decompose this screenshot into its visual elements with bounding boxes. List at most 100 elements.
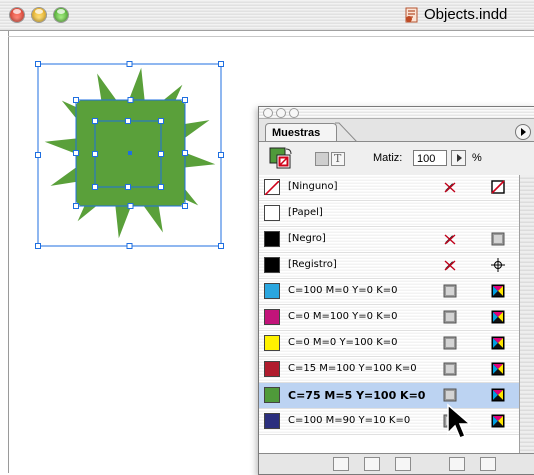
center-point-handle[interactable] — [128, 151, 132, 155]
text-formatting-button[interactable]: T — [331, 152, 345, 166]
swatch-color-chip — [264, 413, 280, 429]
page-margin-horizontal — [8, 36, 534, 37]
swatch-name: C=0 M=0 Y=100 K=0 — [288, 337, 398, 348]
swatches-palette: Muestras T Matiz: 100 % [Ninguno] [Papel]… — [258, 106, 534, 475]
no-edit-pencil-icon — [444, 260, 456, 271]
swatch-name: C=0 M=100 Y=0 K=0 — [288, 311, 398, 322]
swatch-color-chip — [264, 309, 280, 325]
process-color-icon — [491, 232, 505, 246]
swatch-color-chip — [264, 387, 280, 403]
selection-handle[interactable] — [92, 151, 98, 157]
selection-handle[interactable] — [35, 61, 41, 67]
selection-handle[interactable] — [35, 243, 41, 249]
swatch-list: [Ninguno] [Papel] [Negro] [Registro] C=100 M… — [259, 175, 519, 453]
selection-handle[interactable] — [158, 118, 164, 124]
palette-minimize-button[interactable] — [276, 108, 286, 118]
swatch-name: [Negro] — [288, 233, 326, 244]
selection-handle[interactable] — [126, 61, 133, 67]
show-all-swatches-button[interactable] — [333, 457, 349, 471]
selection-handle[interactable] — [158, 184, 164, 190]
container-formatting-button[interactable] — [315, 152, 329, 166]
window-title: Objects.indd — [424, 6, 508, 23]
palette-menu-button[interactable] — [515, 124, 531, 140]
delete-swatch-icon[interactable] — [480, 457, 496, 471]
palette-controls: T Matiz: 100 % — [259, 142, 534, 176]
selection-handle[interactable] — [182, 150, 188, 156]
swatch-row[interactable]: C=0 M=100 Y=0 K=0 — [259, 305, 519, 331]
swatch-color-chip — [264, 361, 280, 377]
swatch-row[interactable]: C=100 M=90 Y=10 K=0 — [259, 409, 519, 435]
swatch-row[interactable]: C=15 M=100 Y=100 K=0 — [259, 357, 519, 383]
selection-handles[interactable] — [35, 61, 224, 249]
palette-close-button[interactable] — [263, 108, 273, 118]
process-color-icon — [443, 310, 457, 324]
text-t-icon: T — [334, 152, 342, 165]
swatch-row[interactable]: C=75 M=5 Y=100 K=0 — [259, 383, 519, 409]
swatch-color-chip — [264, 257, 280, 273]
palette-titlebar[interactable] — [259, 107, 534, 119]
tint-input[interactable]: 100 — [413, 150, 447, 166]
palette-tabs: Muestras — [259, 119, 534, 142]
swatch-color-chip — [264, 179, 280, 196]
cmyk-mode-icon — [491, 310, 505, 324]
process-color-icon — [443, 284, 457, 298]
selection-handle[interactable] — [92, 118, 98, 124]
palette-bottom-bar — [259, 453, 534, 474]
swatch-name: C=100 M=0 Y=0 K=0 — [288, 285, 398, 296]
cmyk-mode-icon — [491, 414, 505, 428]
process-color-icon — [443, 336, 457, 350]
selection-handle[interactable] — [182, 203, 188, 209]
swatch-row[interactable]: [Registro] — [259, 253, 519, 279]
swatch-row[interactable]: C=0 M=0 Y=100 K=0 — [259, 331, 519, 357]
swatch-row[interactable]: [Negro] — [259, 227, 519, 253]
swatch-color-chip — [264, 205, 280, 221]
arrow-cursor-icon — [447, 403, 473, 439]
close-window-button[interactable] — [10, 8, 24, 22]
swatch-row[interactable]: [Ninguno] — [259, 175, 519, 201]
swatch-color-chip — [264, 335, 280, 351]
swatch-name: [Papel] — [288, 207, 323, 218]
no-edit-pencil-icon — [444, 182, 456, 193]
selection-handle[interactable] — [158, 151, 164, 157]
selection-handle[interactable] — [126, 243, 133, 249]
tab-muestras[interactable]: Muestras — [265, 123, 337, 141]
selection-handle[interactable] — [35, 152, 41, 158]
zoom-window-button[interactable] — [54, 8, 68, 22]
page-margin-vertical — [8, 31, 9, 473]
selection-handle[interactable] — [127, 97, 134, 103]
process-color-icon — [443, 388, 457, 402]
swatch-name: [Registro] — [288, 259, 337, 270]
selection-handle[interactable] — [73, 150, 79, 156]
swatch-row[interactable]: C=100 M=0 Y=0 K=0 — [259, 279, 519, 305]
cmyk-mode-icon — [491, 362, 505, 376]
selection-handle[interactable] — [92, 184, 98, 190]
palette-zoom-button[interactable] — [289, 108, 299, 118]
minimize-window-button[interactable] — [32, 8, 46, 22]
selection-handle[interactable] — [125, 118, 131, 124]
swatch-name: C=15 M=100 Y=100 K=0 — [288, 363, 417, 374]
registration-target-icon — [491, 258, 505, 272]
swatch-list-scrollbar[interactable] — [519, 175, 534, 453]
show-gradient-swatches-button[interactable] — [395, 457, 411, 471]
swatch-name: C=75 M=5 Y=100 K=0 — [288, 389, 426, 402]
selected-star-artwork[interactable] — [30, 55, 230, 255]
selection-handle[interactable] — [218, 61, 224, 67]
selection-handle[interactable] — [218, 152, 224, 158]
swatch-color-chip — [264, 283, 280, 299]
swatch-name: [Ninguno] — [288, 181, 338, 192]
selection-handle[interactable] — [73, 97, 79, 103]
show-color-swatches-button[interactable] — [364, 457, 380, 471]
cmyk-mode-icon — [491, 336, 505, 350]
cmyk-mode-icon — [491, 284, 505, 298]
selection-handle[interactable] — [73, 203, 79, 209]
fill-stroke-icon[interactable] — [269, 147, 293, 171]
new-swatch-button[interactable] — [449, 457, 465, 471]
selection-handle[interactable] — [127, 203, 134, 209]
tint-slider-button[interactable] — [451, 150, 466, 166]
swatch-name: C=100 M=90 Y=10 K=0 — [288, 415, 411, 426]
selection-handle[interactable] — [125, 184, 131, 190]
selection-handle[interactable] — [182, 97, 188, 103]
selection-handle[interactable] — [218, 243, 224, 249]
window-titlebar[interactable]: Objects.indd — [0, 0, 534, 31]
swatch-row[interactable]: [Papel] — [259, 201, 519, 227]
